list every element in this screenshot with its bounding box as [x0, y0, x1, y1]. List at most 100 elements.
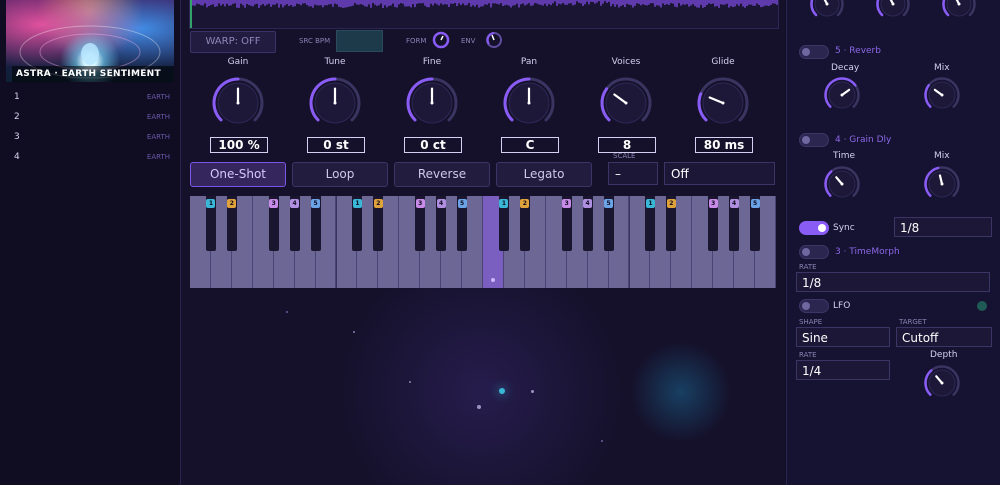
lfo-rate-label: RATE: [799, 351, 817, 359]
key-badge: 1: [352, 199, 362, 208]
glide-label: Glide: [711, 57, 735, 67]
track-tag: EARTH: [146, 113, 170, 121]
gain-label: Gain: [227, 57, 249, 67]
voices-knob[interactable]: [599, 76, 653, 130]
timemorph-title: 3 · TimeMorph: [835, 247, 900, 257]
key-badge: 1: [499, 199, 509, 208]
sync-division-select[interactable]: 1/8: [894, 217, 992, 237]
track-row-4[interactable]: 4 EARTH: [14, 152, 170, 168]
key-badge: 5: [457, 199, 467, 208]
scale-select[interactable]: –: [608, 162, 658, 185]
track-row-1[interactable]: 1 EARTH: [14, 92, 170, 108]
key-badge: 2: [520, 199, 530, 208]
track-number: 4: [14, 152, 20, 162]
fine-value[interactable]: 0 ct: [404, 137, 462, 153]
legato-button[interactable]: Legato: [496, 162, 592, 187]
key-badge: 3: [708, 199, 718, 208]
key-badge: 4: [729, 199, 739, 208]
grain-delay-title: 4 · Grain Dly: [835, 135, 892, 145]
glide-value[interactable]: 80 ms: [695, 137, 753, 153]
lfo-shape-select[interactable]: Sine: [796, 327, 890, 347]
src-bpm-label: SRC BPM: [299, 37, 331, 45]
key-badge: 5: [604, 199, 614, 208]
reverb-decay-label: Decay: [831, 63, 860, 73]
grain-time-label: Time: [833, 151, 856, 161]
lfo-target-label: TARGET: [899, 318, 927, 326]
pan-value[interactable]: C: [501, 137, 559, 153]
one-shot-button[interactable]: One-Shot: [190, 162, 286, 187]
pan-knob[interactable]: [502, 76, 556, 130]
track-tag: EARTH: [146, 153, 170, 161]
track-number: 2: [14, 112, 20, 122]
lfo-shape-label: SHAPE: [799, 318, 823, 326]
tune-label: Tune: [324, 57, 346, 67]
voices-value[interactable]: 8: [598, 137, 656, 153]
reverb-title: 5 · Reverb: [835, 46, 881, 56]
env-label: ENV: [461, 37, 476, 45]
track-number: 1: [14, 92, 20, 102]
key-badge: 1: [645, 199, 655, 208]
scale-label: SCALE: [613, 152, 636, 160]
grain-mix-knob[interactable]: [923, 165, 961, 203]
key-badge: 4: [436, 199, 446, 208]
sync-label: Sync: [833, 223, 855, 233]
timemorph-rate-select[interactable]: 1/8: [796, 272, 990, 292]
piano-keyboard[interactable]: 1 2 3 4 5 1 2 3 4 5 1 2 3 4 5 1 2 3 4 5: [190, 196, 776, 288]
sample-browser-sidebar: ASTRA · EARTH SENTIMENT 1 EARTH 2 EARTH …: [0, 0, 181, 485]
gain-value[interactable]: 100 %: [210, 137, 268, 153]
reverb-mix-label: Mix: [934, 63, 950, 73]
star-dot: [353, 331, 355, 333]
fine-knob[interactable]: [405, 76, 459, 130]
star-dot: [601, 440, 603, 442]
sync-toggle[interactable]: [799, 221, 829, 235]
album-artwork[interactable]: ASTRA · EARTH SENTIMENT: [6, 0, 174, 82]
fx-knob-top-2[interactable]: [875, 0, 911, 22]
tune-knob[interactable]: [308, 76, 362, 130]
key-badge: 2: [666, 199, 676, 208]
lfo-target-select[interactable]: Cutoff: [896, 327, 992, 347]
loop-button[interactable]: Loop: [292, 162, 388, 187]
timemorph-toggle[interactable]: [799, 245, 829, 259]
scale-mode-select[interactable]: Off: [664, 162, 775, 185]
timemorph-rate-label: RATE: [799, 263, 817, 271]
lfo-toggle[interactable]: [799, 299, 829, 313]
waveform-display[interactable]: [189, 0, 779, 29]
form-knob[interactable]: [431, 30, 451, 50]
key-badge: 5: [750, 199, 760, 208]
pan-label: Pan: [520, 57, 538, 67]
fx-knob-top-3[interactable]: [941, 0, 977, 22]
reverb-mix-knob[interactable]: [923, 76, 961, 114]
form-label: FORM: [406, 37, 427, 45]
star-dot: [531, 390, 534, 393]
waveform-graph: [190, 0, 778, 28]
track-number: 3: [14, 132, 20, 142]
key-badge: 4: [290, 199, 300, 208]
lfo-label: LFO: [833, 301, 851, 311]
key-badge: 1: [206, 199, 216, 208]
glide-knob[interactable]: [696, 76, 750, 130]
key-badge: 3: [415, 199, 425, 208]
lfo-rate-select[interactable]: 1/4: [796, 360, 890, 380]
reverb-decay-knob[interactable]: [823, 76, 861, 114]
src-bpm-field[interactable]: [336, 30, 383, 52]
grain-mix-label: Mix: [934, 151, 950, 161]
key-badge: 3: [562, 199, 572, 208]
reverse-button[interactable]: Reverse: [394, 162, 490, 187]
gain-knob[interactable]: [211, 76, 265, 130]
key-badge: 4: [583, 199, 593, 208]
reverb-toggle[interactable]: [799, 45, 829, 59]
tune-value[interactable]: 0 st: [307, 137, 365, 153]
effects-panel: 5 · Reverb Decay Mix 4 · Grain Dly Time …: [786, 0, 1000, 485]
key-badge: 2: [373, 199, 383, 208]
fx-knob-top-1[interactable]: [809, 0, 845, 22]
grain-delay-toggle[interactable]: [799, 133, 829, 147]
track-row-3[interactable]: 3 EARTH: [14, 132, 170, 148]
lfo-depth-knob[interactable]: [923, 364, 961, 402]
track-row-2[interactable]: 2 EARTH: [14, 112, 170, 128]
env-knob[interactable]: [484, 30, 504, 50]
star-dot: [286, 311, 288, 313]
warp-button[interactable]: WARP: OFF: [190, 31, 276, 53]
key-badge: 5: [311, 199, 321, 208]
star-dot: [477, 405, 481, 409]
grain-time-knob[interactable]: [823, 165, 861, 203]
